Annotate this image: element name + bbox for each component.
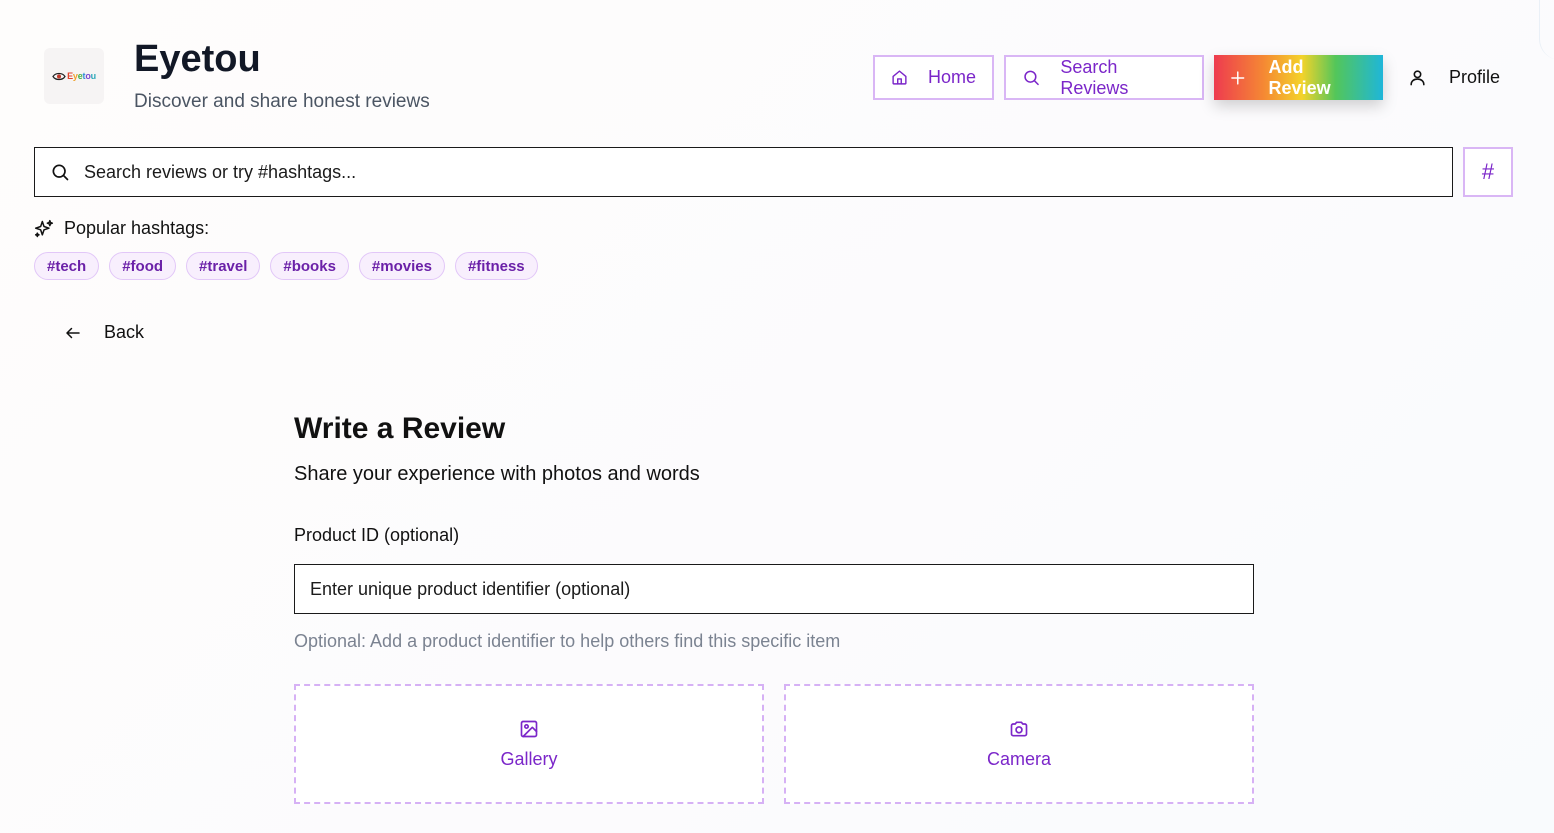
camera-upload-button[interactable]: Camera [784,684,1254,804]
hashtag-chip[interactable]: #tech [34,252,100,280]
hashtag-chip[interactable]: #movies [358,252,445,280]
add-review-button[interactable]: Add Review [1214,55,1383,100]
logo-mark: Eyetou [52,71,96,81]
hashtag-chip[interactable]: #food [109,252,177,280]
search-icon [1024,70,1039,86]
form-subtitle: Share your experience with photos and wo… [294,463,700,485]
app-title: Eyetou [134,38,261,80]
popular-hashtags-heading: Popular hashtags: [34,218,209,239]
home-label: Home [927,67,976,87]
profile-label: Profile [1449,67,1501,87]
hashtag-button[interactable]: # [1463,147,1513,197]
popular-hashtags-label: Popular hashtags: [64,218,210,238]
product-id-input[interactable] [294,564,1254,614]
search-icon [52,164,69,181]
decorative-arc [1539,0,1554,60]
image-icon [520,720,538,737]
search-bar [34,147,1453,197]
hashtag-chip[interactable]: #fitness [454,252,538,280]
eye-icon [52,72,66,80]
app-subtitle: Discover and share honest reviews [134,91,430,112]
back-label: Back [104,322,145,342]
search-reviews-label: Search Reviews [1060,56,1129,98]
hashtag-chip[interactable]: #travel [186,252,261,280]
add-review-label: Add Review [1268,56,1331,98]
home-button[interactable]: Home [873,55,994,100]
profile-button[interactable]: Profile [1404,55,1514,100]
product-id-hint: Optional: Add a product identifier to he… [294,631,841,651]
sparkles-icon [34,219,54,237]
search-input[interactable] [82,160,1386,184]
hashtag-list: #tech #food #travel #books #movies #fitn… [34,252,538,280]
back-button[interactable]: Back [64,322,144,343]
arrow-left-icon [66,327,80,338]
form-title: Write a Review [294,412,506,445]
product-id-label: Product ID (optional) [294,525,460,545]
hashtag-chip[interactable]: #books [270,252,349,280]
gallery-label: Gallery [500,748,558,769]
gallery-upload-button[interactable]: Gallery [294,684,764,804]
camera-icon [1010,721,1028,736]
user-icon [1410,70,1425,86]
search-reviews-button[interactable]: Search Reviews [1004,55,1204,100]
home-icon [892,70,907,85]
logo[interactable]: Eyetou [44,48,104,104]
plus-icon [1231,70,1245,85]
logo-text: Eyetou [67,71,96,81]
page: Eyetou Eyetou Discover and share honest … [0,0,1554,833]
camera-label: Camera [986,748,1052,769]
